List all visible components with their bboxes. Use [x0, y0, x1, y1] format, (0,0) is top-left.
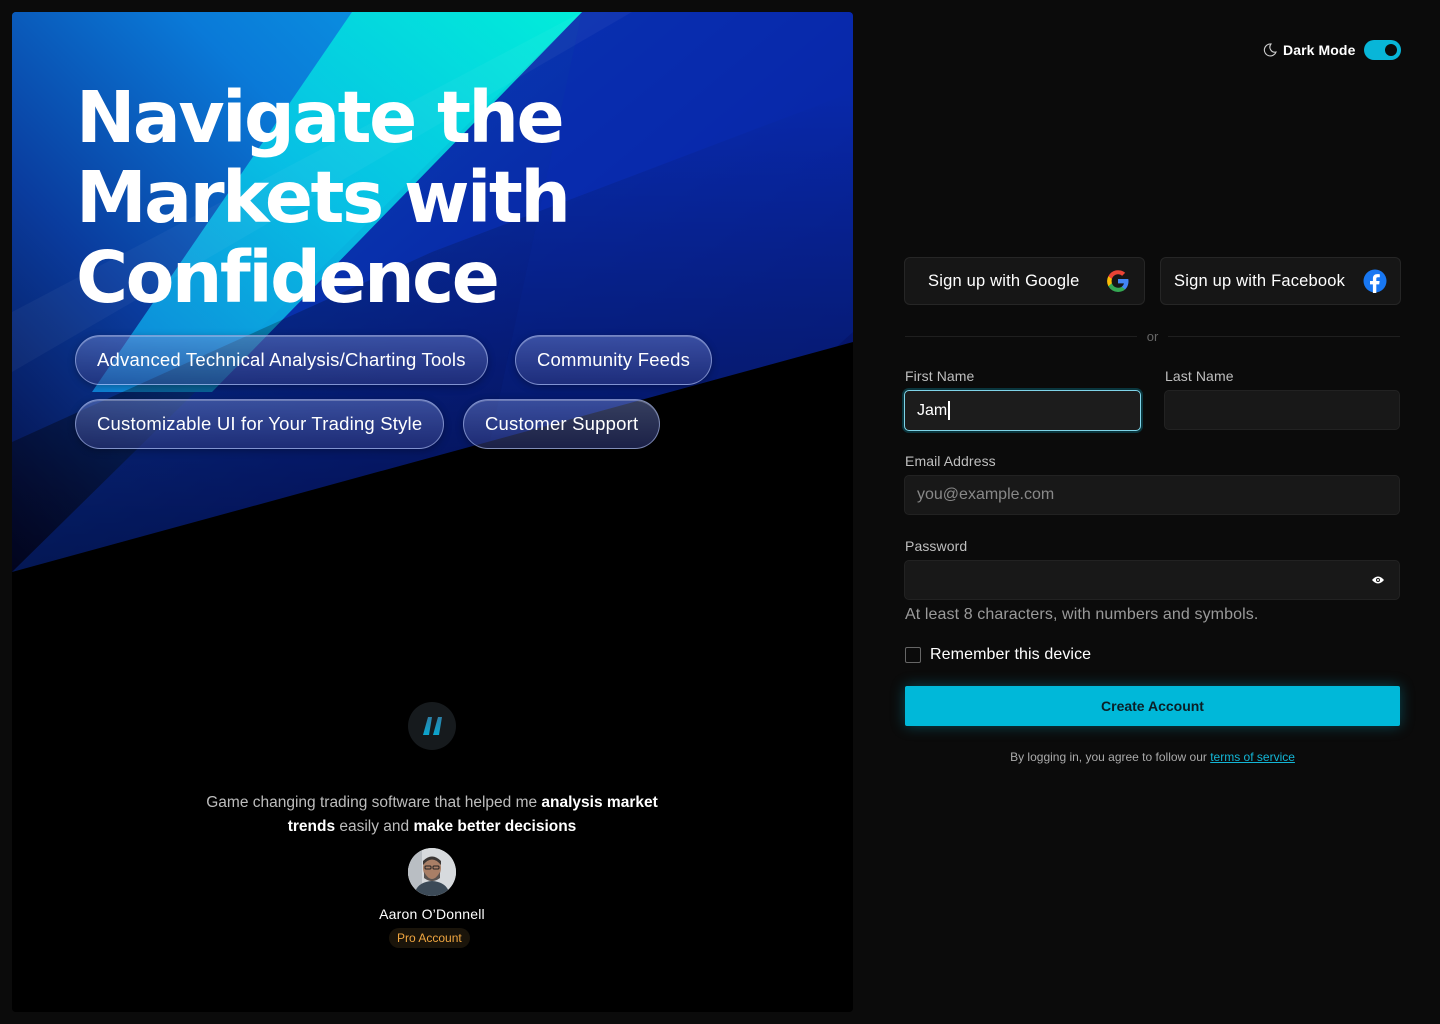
- google-signup-label: Sign up with Google: [928, 271, 1080, 290]
- google-icon: [1107, 270, 1129, 292]
- password-hint: At least 8 characters, with numbers and …: [905, 606, 1259, 623]
- feature-chip-customizable-ui: Customizable UI for Your Trading Style: [75, 399, 445, 449]
- facebook-icon: [1363, 269, 1387, 293]
- feature-chip-support: Customer Support: [463, 399, 661, 449]
- create-account-button[interactable]: Create Account: [905, 686, 1400, 726]
- remember-label: Remember this device: [930, 646, 1092, 663]
- hero-panel: Navigate the Markets with Confidence Adv…: [12, 12, 853, 1012]
- remember-checkbox[interactable]: [905, 647, 921, 663]
- terms-of-service-link[interactable]: terms of service: [1210, 750, 1295, 764]
- email-placeholder: you@example.com: [917, 486, 1055, 503]
- or-divider: or: [905, 328, 1400, 344]
- google-signup-button[interactable]: Sign up with Google: [904, 257, 1145, 305]
- text-caret: [948, 401, 950, 420]
- first-name-label: First Name: [905, 368, 975, 384]
- testimonial-part1: Game changing trading software that help…: [206, 794, 542, 811]
- remember-device-row[interactable]: Remember this device: [905, 646, 1091, 664]
- legal-text: By logging in, you agree to follow our t…: [905, 750, 1400, 764]
- testimonial-bold2: make better decisions: [413, 818, 577, 835]
- hero-title-line3: Confidence: [76, 236, 500, 319]
- legal-prefix: By logging in, you agree to follow our: [1010, 750, 1211, 764]
- email-label: Email Address: [905, 453, 996, 469]
- feature-chip-community: Community Feeds: [515, 335, 713, 385]
- divider-line-right: [1168, 335, 1400, 337]
- facebook-signup-button[interactable]: Sign up with Facebook: [1160, 257, 1401, 305]
- dark-mode-toggle-row: Dark Mode: [1262, 38, 1402, 62]
- account-tier-badge: Pro Account: [389, 928, 470, 948]
- facebook-signup-label: Sign up with Facebook: [1174, 271, 1346, 290]
- dark-mode-label: Dark Mode: [1283, 42, 1356, 58]
- hero-title-line1: Navigate the: [76, 76, 565, 159]
- testimonial-part2: easily and: [335, 818, 414, 835]
- testimonial-text: Game changing trading software that help…: [182, 791, 682, 839]
- eye-icon[interactable]: [1371, 575, 1385, 585]
- email-input[interactable]: you@example.com: [904, 475, 1400, 515]
- hero-title: Navigate the Markets with Confidence: [76, 78, 676, 318]
- quote-icon: [408, 702, 456, 750]
- or-text: or: [1146, 328, 1159, 344]
- last-name-label: Last Name: [1165, 368, 1234, 384]
- switch-knob: [1385, 44, 1398, 56]
- feature-chip-charting: Advanced Technical Analysis/Charting Too…: [75, 335, 488, 385]
- last-name-input[interactable]: [1164, 390, 1400, 430]
- first-name-value: Jam: [917, 401, 948, 419]
- password-label: Password: [905, 538, 968, 554]
- avatar: [408, 848, 456, 896]
- first-name-input[interactable]: Jam: [904, 390, 1141, 431]
- hero-title-line2: Markets with: [76, 156, 571, 239]
- divider-line-left: [905, 335, 1137, 337]
- moon-icon: [1263, 43, 1277, 57]
- password-input[interactable]: [904, 560, 1400, 600]
- dark-mode-switch[interactable]: [1364, 40, 1402, 60]
- testimonial-author: Aaron O’Donnell: [379, 906, 485, 922]
